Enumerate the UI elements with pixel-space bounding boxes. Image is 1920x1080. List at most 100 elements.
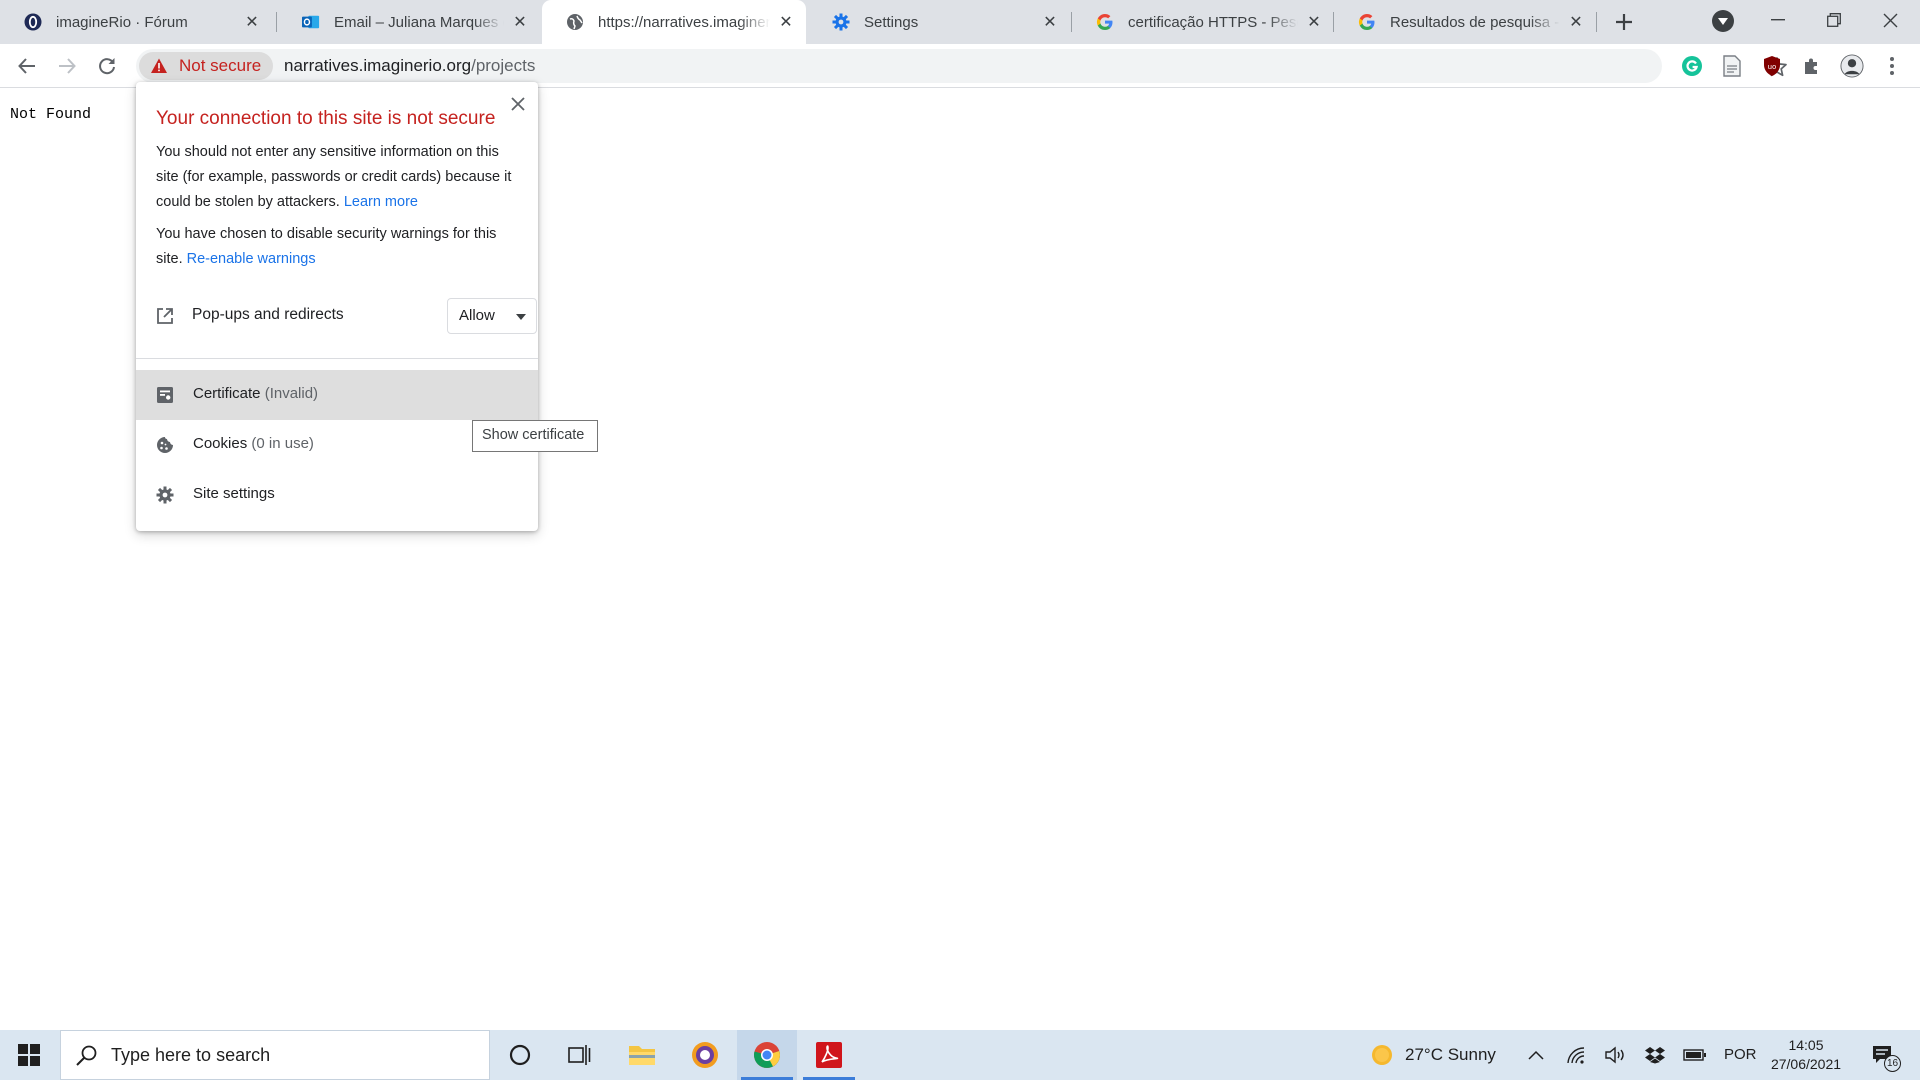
notification-center-button[interactable]: 16 [1868, 1043, 1901, 1072]
bubble-title: Your connection to this site is not secu… [156, 108, 496, 129]
task-view-button[interactable] [550, 1030, 610, 1080]
tab-title: Settings [864, 13, 919, 31]
open-in-new-icon [157, 308, 173, 324]
clock-date: 27/06/2021 [1770, 1056, 1842, 1072]
tab-settings[interactable]: Settings ✕ [808, 0, 1070, 44]
wifi-icon [1567, 1047, 1585, 1064]
google-icon [1096, 13, 1114, 31]
tab-google-search-https[interactable]: certificação HTTPS - Pesquisa Google ✕ [1072, 0, 1334, 44]
divider [136, 358, 538, 359]
learn-more-link[interactable]: Learn more [344, 194, 418, 210]
windows-logo-icon [18, 1044, 40, 1066]
taskbar-search-box[interactable]: Type here to search [60, 1030, 490, 1080]
close-window-button[interactable] [1862, 0, 1918, 40]
tab-strip: imagineRio · Fórum ✕ Email – Juliana Mar… [0, 0, 1920, 44]
tab-separator [276, 12, 277, 32]
back-button[interactable] [11, 50, 43, 82]
document-extension-icon[interactable] [1720, 54, 1744, 78]
close-tab-icon[interactable]: ✕ [242, 12, 262, 32]
tab-email[interactable]: Email – Juliana Marques da Silva ✕ [278, 0, 540, 44]
permission-label: Pop-ups and redirects [192, 306, 344, 323]
url-path: /projects [471, 56, 536, 75]
cookie-icon [157, 437, 173, 453]
dropdown-caret-icon [516, 314, 526, 320]
show-certificate-tooltip: Show certificate [472, 420, 598, 452]
reenable-warnings-link[interactable]: Re-enable warnings [187, 251, 316, 267]
search-placeholder: Type here to search [111, 1045, 271, 1065]
popups-permission-select[interactable]: Allow [447, 298, 537, 334]
folder-icon [629, 1046, 655, 1065]
disabled-warnings-paragraph: You have chosen to disable security warn… [156, 222, 520, 272]
sun-weather-icon [1372, 1045, 1392, 1065]
restore-button[interactable] [1806, 0, 1862, 40]
close-tab-icon[interactable]: ✕ [1040, 12, 1060, 32]
warning-triangle-icon [151, 58, 167, 73]
ublock-shield-icon[interactable]: uo [1760, 54, 1784, 78]
app-button[interactable] [675, 1030, 735, 1080]
weather-text[interactable]: 27°C Sunny [1405, 1045, 1496, 1065]
close-icon [511, 97, 525, 111]
search-icon [76, 1045, 97, 1066]
close-bubble-button[interactable] [506, 92, 530, 116]
chevron-up-icon [1528, 1050, 1544, 1060]
tab-title: https://narratives.imaginerio.org/projec… [598, 13, 770, 31]
cortana-button[interactable] [490, 1030, 550, 1080]
security-label: Not secure [179, 56, 262, 75]
battery-button[interactable] [1683, 1043, 1707, 1067]
certificate-title: Certificate [193, 385, 261, 402]
orange-app-icon [692, 1042, 718, 1068]
input-language[interactable]: POR [1724, 1046, 1757, 1063]
profile-avatar[interactable] [1840, 54, 1864, 78]
plus-icon [1616, 14, 1632, 30]
more-options-icon[interactable] [1880, 54, 1904, 78]
acrobat-taskbar-button[interactable] [799, 1030, 859, 1080]
file-explorer-button[interactable] [612, 1030, 672, 1080]
acrobat-icon [816, 1042, 842, 1068]
warning-text: You should not enter any sensitive infor… [156, 144, 512, 210]
url-text[interactable]: narratives.imaginerio.org/projects [284, 56, 535, 76]
close-tab-icon[interactable]: ✕ [776, 12, 796, 32]
close-tab-icon[interactable]: ✕ [510, 12, 530, 32]
cookies-title: Cookies [193, 435, 248, 452]
reload-button[interactable] [91, 50, 123, 82]
tab-search-button[interactable] [1712, 10, 1734, 32]
site-settings-row[interactable]: Site settings [136, 470, 538, 520]
volume-button[interactable] [1604, 1043, 1628, 1067]
not-secure-chip[interactable]: Not secure [139, 52, 273, 80]
tab-title: certificação HTTPS - Pesquisa Google [1128, 13, 1298, 31]
chrome-taskbar-button[interactable] [737, 1030, 797, 1080]
warning-paragraph: You should not enter any sensitive infor… [156, 140, 520, 215]
arrow-left-icon [18, 58, 35, 74]
tab-narratives-projects[interactable]: https://narratives.imaginerio.org/projec… [542, 0, 806, 44]
google-icon [1358, 13, 1376, 31]
page-body-text: Not Found [10, 106, 92, 123]
close-tab-icon[interactable]: ✕ [1566, 12, 1586, 32]
close-icon [1883, 13, 1897, 27]
forward-button[interactable] [51, 50, 83, 82]
tab-imaginerio-forum[interactable]: imagineRio · Fórum ✕ [0, 0, 272, 44]
close-tab-icon[interactable]: ✕ [1304, 12, 1324, 32]
tab-title: Resultados de pesquisa - Ajuda [1390, 13, 1560, 31]
minimize-button[interactable] [1750, 0, 1806, 40]
battery-icon [1683, 1049, 1706, 1061]
address-bar[interactable]: Not secure narratives.imaginerio.org/pro… [136, 49, 1787, 83]
extensions-puzzle-icon[interactable] [1800, 54, 1824, 78]
select-value: Allow [459, 307, 495, 324]
tab-title: Email – Juliana Marques da Silva [334, 13, 504, 31]
grammarly-extension-icon[interactable] [1680, 54, 1704, 78]
popups-permission-row: Pop-ups and redirects Allow [156, 298, 537, 334]
dropbox-tray-icon[interactable] [1643, 1043, 1667, 1067]
tab-separator [1596, 12, 1597, 32]
cookies-label: Cookies (0 in use) [193, 435, 314, 452]
start-button[interactable] [0, 1030, 58, 1080]
cookies-status: (0 in use) [251, 435, 314, 452]
certificate-icon [157, 387, 173, 403]
show-hidden-icons-button[interactable] [1524, 1043, 1548, 1067]
clock[interactable]: 14:05 27/06/2021 [1760, 1036, 1852, 1074]
clock-time: 14:05 [1788, 1037, 1824, 1053]
new-tab-button[interactable] [1610, 8, 1638, 36]
chrome-icon [754, 1042, 780, 1068]
network-button[interactable] [1564, 1043, 1588, 1067]
certificate-row[interactable]: Certificate (Invalid) [136, 370, 538, 420]
tab-search-results[interactable]: Resultados de pesquisa - Ajuda ✕ [1334, 0, 1596, 44]
